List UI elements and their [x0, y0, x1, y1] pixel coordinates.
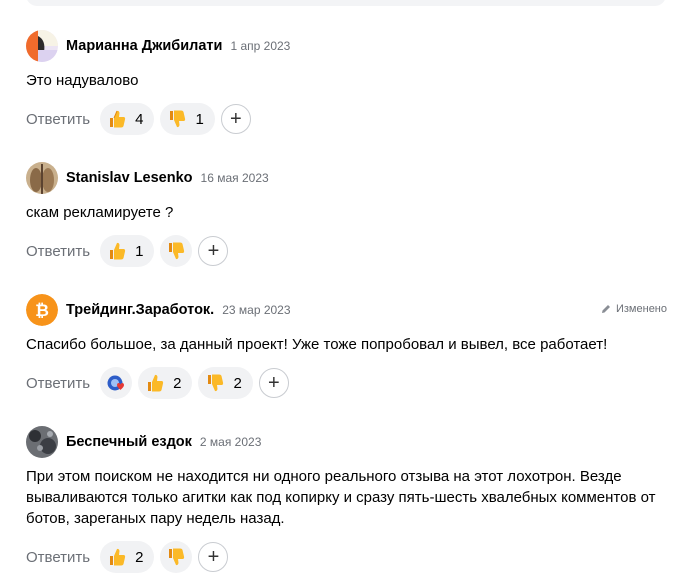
add-reaction-button[interactable]: +	[258, 368, 289, 398]
comment-header: Беспечный ездок 2 мая 2023	[26, 426, 671, 458]
avatar[interactable]	[26, 426, 58, 458]
thumbs-down-icon	[169, 242, 185, 260]
author-name[interactable]: Беспечный ездок	[66, 434, 192, 450]
thumbs-down-icon	[169, 548, 185, 566]
thumbs-down-icon	[170, 110, 186, 128]
dislike-button[interactable]	[160, 235, 193, 267]
comment-date: 23 мар 2023	[222, 303, 291, 317]
avatar[interactable]: ₿	[26, 294, 58, 326]
thumbs-up-icon	[110, 242, 126, 260]
thumbs-up-icon	[148, 374, 164, 392]
author-name[interactable]: Stanislav Lesenko	[66, 170, 193, 186]
edited-badge: Изменено	[601, 303, 667, 315]
reply-button[interactable]: Ответить	[26, 111, 90, 128]
dislike-button[interactable]	[160, 541, 193, 573]
plus-icon: +	[229, 108, 242, 130]
add-reaction-button[interactable]: +	[198, 236, 229, 266]
plus-icon: +	[207, 546, 220, 568]
avatar[interactable]	[26, 162, 58, 194]
heart-badge-icon	[107, 375, 125, 391]
comment-actions: Ответить 4 1 +	[26, 103, 671, 135]
like-count: 2	[173, 374, 182, 392]
thumbs-down-icon	[208, 374, 224, 392]
like-count: 2	[135, 548, 144, 566]
svg-text:₿: ₿	[35, 301, 49, 321]
reply-button[interactable]: Ответить	[26, 243, 90, 260]
plus-icon: +	[267, 372, 280, 394]
pencil-icon	[601, 305, 610, 313]
comment-date: 16 мая 2023	[200, 171, 269, 185]
comment-header: ₿ Трейдинг.Заработок. 23 мар 2023 Измене…	[26, 294, 671, 326]
plus-icon: +	[207, 240, 220, 262]
comment-text: При этом поиском не находится ни одного …	[26, 468, 656, 527]
like-count: 1	[135, 242, 144, 260]
comment-date: 1 апр 2023	[230, 39, 291, 53]
add-reaction-button[interactable]: +	[220, 104, 251, 134]
like-button[interactable]: 1	[100, 235, 155, 267]
author-name[interactable]: Трейдинг.Заработок.	[66, 302, 214, 318]
dislike-button[interactable]: 2	[198, 367, 253, 399]
comment-date: 2 мая 2023	[199, 435, 262, 449]
thumbs-up-icon	[110, 110, 126, 128]
comment: Марианна Джибилати 1 апр 2023 Это надува…	[26, 30, 671, 135]
comment: Stanislav Lesenko 16 мая 2023 скам рекла…	[26, 162, 671, 267]
dislike-button[interactable]: 1	[160, 103, 215, 135]
comment: Беспечный ездок 2 мая 2023 При этом поис…	[26, 426, 671, 573]
author-name[interactable]: Марианна Джибилати	[66, 38, 222, 54]
dislike-count: 1	[195, 110, 204, 128]
comment-header: Марианна Джибилати 1 апр 2023	[26, 30, 671, 62]
like-button[interactable]: 4	[100, 103, 155, 135]
avatar[interactable]	[26, 30, 58, 62]
reply-button[interactable]: Ответить	[26, 549, 90, 566]
thumbs-up-icon	[110, 548, 126, 566]
comment-header: Stanislav Lesenko 16 мая 2023	[26, 162, 671, 194]
edited-label: Изменено	[615, 303, 667, 315]
add-reaction-button[interactable]: +	[198, 542, 229, 572]
like-button[interactable]: 2	[100, 541, 155, 573]
comment-actions: Ответить 2 +	[26, 541, 671, 573]
dislike-count: 2	[233, 374, 242, 392]
like-button[interactable]: 2	[138, 367, 193, 399]
comment-actions: Ответить 2 2 +	[26, 367, 671, 399]
comment: ₿ Трейдинг.Заработок. 23 мар 2023 Измене…	[26, 294, 671, 399]
comment-text: Это надувалово	[26, 72, 139, 89]
like-count: 4	[135, 110, 144, 128]
comment-input-bar[interactable]	[26, 0, 666, 6]
comment-actions: Ответить 1 +	[26, 235, 671, 267]
author-reaction-button[interactable]	[100, 367, 133, 399]
reply-button[interactable]: Ответить	[26, 375, 90, 392]
comment-text: скам рекламируете ?	[26, 204, 174, 221]
comment-text: Спасибо большое, за данный проект! Уже т…	[26, 336, 608, 353]
